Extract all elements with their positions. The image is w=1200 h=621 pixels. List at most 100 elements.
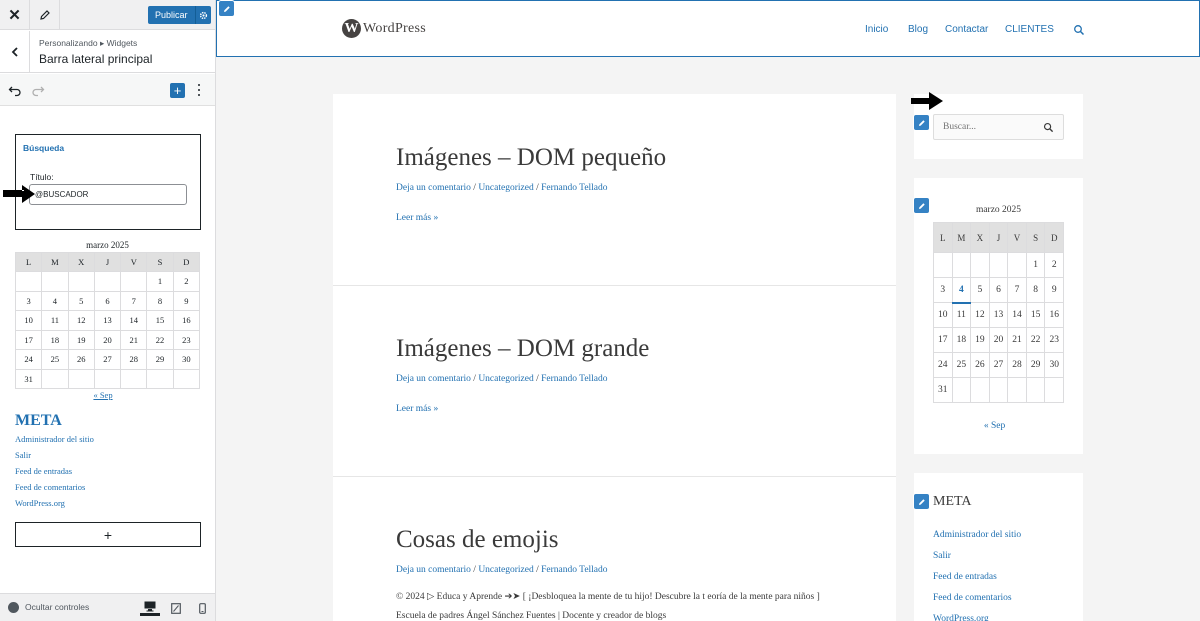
gear-icon[interactable] [195,6,211,24]
calendar-day: 31 [14,368,43,389]
meta-widget: META Administrador del sitio Salir Feed de… [914,473,1083,621]
calendar-empty-cell [41,368,69,389]
calendar-empty-cell [93,271,122,292]
meta-link[interactable]: WordPress.org [933,612,1021,621]
category-link[interactable]: Uncategorized [478,374,533,384]
comment-link[interactable]: Deja un comentario [396,565,471,575]
calendar-day: 14 [120,310,148,331]
calendar-day: 27 [988,352,1009,378]
calendar-empty-cell [93,368,122,389]
add-block-button[interactable]: + [15,522,201,547]
site-logo[interactable]: W WordPress [342,19,426,38]
calendar-day: 17 [933,327,953,353]
weekday-header: D [1044,222,1064,253]
weekday-header: V [1007,222,1027,253]
calendar-empty-cell [120,271,148,292]
calendar-day: 23 [172,329,201,350]
calendar-day: 13 [988,302,1009,328]
redo-icon[interactable] [31,83,45,97]
tablet-preview-icon[interactable] [166,600,186,616]
calendar-week: 31 [14,368,201,389]
read-more-link[interactable]: Leer más » [396,404,438,414]
desktop-preview-icon[interactable] [140,600,160,616]
calendar-table: LMXJVSD 1 2 3 4 5 6 7 8 9 10 11 12 13 14 15 16 17 18 19 20 2… [14,252,201,389]
calendar-day: 27 [93,349,122,370]
nav-item-inicio[interactable]: Inicio [865,24,888,35]
author-link[interactable]: Fernando Tellado [541,183,607,193]
close-icon[interactable]: ✕ [0,0,30,30]
back-arrow-icon[interactable] [0,31,30,73]
author-link[interactable]: Fernando Tellado [541,374,607,384]
nav-item-clientes[interactable]: CLIENTES [1005,24,1054,35]
calendar-prev-link[interactable]: « Sep [933,421,1056,431]
post-divider [333,285,896,286]
weekday-header: J [988,222,1009,253]
block-toolbar: + [0,74,215,106]
publish-button[interactable]: Publicar [148,6,211,24]
post-meta: Deja un comentario / Uncategorized / Fer… [396,565,608,575]
weekday-header: S [1025,222,1046,253]
meta-link[interactable]: Feed de entradas [15,465,94,481]
edit-widget-pencil-icon[interactable] [914,494,929,509]
search-icon[interactable] [1043,122,1054,133]
calendar-day: 12 [970,302,990,328]
calendar-prev-link[interactable]: « Sep [15,390,191,400]
post-title[interactable]: Cosas de emojis [396,526,559,554]
meta-link[interactable]: Salir [933,549,1021,570]
meta-title: META [15,412,62,429]
calendar-day: 5 [970,277,990,303]
calendar-empty-cell [1025,377,1046,403]
meta-link[interactable]: Feed de entradas [933,570,1021,591]
calendar-day: 14 [1007,302,1027,328]
author-link[interactable]: Fernando Tellado [541,565,607,575]
calendar-day: 8 [1025,277,1046,303]
calendar-week: 10 11 12 13 14 15 16 [933,302,1064,328]
calendar-day: 20 [93,329,122,350]
meta-link[interactable]: Administrador del sitio [15,433,94,449]
weekday-header: V [120,252,148,272]
calendar-day: 16 [172,310,201,331]
hide-controls-link[interactable]: Ocultar controles [25,602,89,612]
site-preview: W WordPress Inicio Blog Contactar CLIENT… [216,0,1200,621]
post-title[interactable]: Imágenes – DOM pequeño [396,144,666,172]
read-more-link[interactable]: Leer más » [396,213,438,223]
calendar-empty-cell [14,271,43,292]
collapse-icon[interactable] [8,602,19,613]
category-link[interactable]: Uncategorized [478,565,533,575]
comment-link[interactable]: Deja un comentario [396,183,471,193]
customizer-sidebar: ✕ Publicar Personalizando ▸ Widgets Barr… [0,0,216,621]
pencil-icon[interactable] [30,0,60,30]
more-options-icon[interactable] [194,83,204,97]
edit-widget-pencil-icon[interactable] [914,115,929,130]
meta-link[interactable]: Salir [15,449,94,465]
comment-link[interactable]: Deja un comentario [396,374,471,384]
title-input[interactable]: @BUSCADOR [29,184,187,205]
add-block-toggle-button[interactable]: + [170,83,185,98]
calendar-day: 26 [67,349,95,370]
weekday-header: M [41,252,69,272]
calendar-widget: marzo 2025 LMXJVSD 1 2 3 4 5 6 7 8 9 10 11 12 13 14 15… [914,178,1083,454]
calendar-day: 15 [146,310,174,331]
edit-header-pencil-icon[interactable] [219,1,234,16]
calendar-day: 24 [14,349,43,370]
calendar-empty-cell [970,377,990,403]
search-field[interactable]: Buscar... [933,114,1064,140]
post-excerpt: © 2024 ▷ Educa y Aprende ➔➤ [ ¡Desbloque… [396,592,820,621]
category-link[interactable]: Uncategorized [478,183,533,193]
nav-item-contactar[interactable]: Contactar [945,24,988,35]
search-icon[interactable] [1073,24,1085,36]
search-widget-block[interactable]: Búsqueda Título: @BUSCADOR [15,134,201,230]
nav-item-blog[interactable]: Blog [908,24,928,35]
meta-link[interactable]: Feed de comentarios [933,591,1021,612]
meta-link[interactable]: Administrador del sitio [933,528,1021,549]
calendar-empty-cell [1044,377,1064,403]
edit-widget-pencil-icon[interactable] [914,198,929,213]
mobile-preview-icon[interactable] [192,600,212,616]
section-title: Barra lateral principal [39,52,153,66]
calendar-empty-cell [41,271,69,292]
undo-icon[interactable] [8,83,22,97]
meta-link[interactable]: Feed de comentarios [15,481,94,497]
post-title[interactable]: Imágenes – DOM grande [396,335,649,363]
meta-link[interactable]: WordPress.org [15,497,94,513]
annotation-arrow-icon [3,185,35,203]
